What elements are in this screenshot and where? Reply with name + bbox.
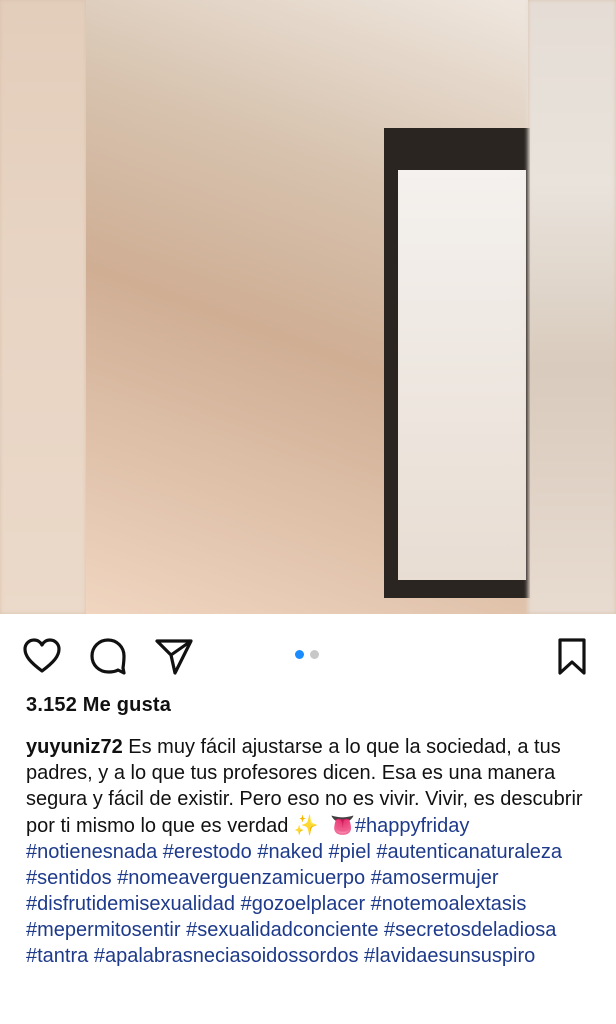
hashtag-link[interactable]: #secretosdeladiosa	[384, 919, 556, 941]
hashtag-link[interactable]: #sexualidadconciente	[186, 919, 378, 941]
heart-icon	[23, 638, 61, 673]
likes-count[interactable]: 3.152 Me gusta	[26, 694, 171, 717]
carousel-dot-active	[295, 650, 304, 659]
sparkles-emoji: ✨	[293, 813, 319, 837]
bookmark-icon	[558, 638, 586, 675]
hashtag-link[interactable]: #apalabrasneciasoidossordos	[94, 945, 359, 967]
hashtag-link[interactable]: #sentidos	[26, 867, 112, 889]
hashtag-link[interactable]: #naked	[257, 841, 323, 863]
hashtag-link[interactable]: #amosermujer	[371, 867, 499, 889]
photo-mirror-reflection	[398, 170, 526, 580]
post-action-row	[0, 626, 616, 686]
hashtag-link[interactable]: #notienesnada	[26, 841, 157, 863]
tongue-emoji: 👅	[329, 813, 355, 837]
post-caption: yuyuniz72 Es muy fácil ajustarse a lo qu…	[26, 734, 594, 969]
hashtag-link[interactable]: #nomeaverguenzamicuerpo	[117, 867, 365, 889]
hashtag-list: #happyfriday #notienesnada #erestodo #na…	[26, 815, 562, 967]
blurred-photo-edge-right	[528, 0, 616, 614]
carousel-indicator	[295, 650, 319, 659]
post-photo[interactable]	[0, 0, 616, 614]
save-button[interactable]	[550, 634, 594, 678]
hashtag-link[interactable]: #notemoalextasis	[371, 893, 527, 915]
like-button[interactable]	[20, 634, 64, 678]
paper-plane-icon	[155, 639, 193, 675]
hashtag-link[interactable]: #lavidaesunsuspiro	[364, 945, 535, 967]
hashtag-link[interactable]: #disfrutidemisexualidad	[26, 893, 235, 915]
hashtag-link[interactable]: #erestodo	[163, 841, 252, 863]
caption-username[interactable]: yuyuniz72	[26, 736, 123, 758]
comment-button[interactable]	[86, 634, 130, 678]
hashtag-link[interactable]: #mepermitosentir	[26, 919, 181, 941]
hashtag-link[interactable]: #autenticanaturaleza	[376, 841, 562, 863]
comment-bubble-icon	[90, 638, 126, 675]
hashtag-link[interactable]: #tantra	[26, 945, 88, 967]
hashtag-link[interactable]: #happyfriday	[355, 815, 470, 837]
share-button[interactable]	[152, 634, 196, 678]
hashtag-link[interactable]: #gozoelplacer	[241, 893, 366, 915]
hashtag-link[interactable]: #piel	[329, 841, 371, 863]
blurred-photo-edge-left	[0, 0, 86, 614]
carousel-dot	[310, 650, 319, 659]
